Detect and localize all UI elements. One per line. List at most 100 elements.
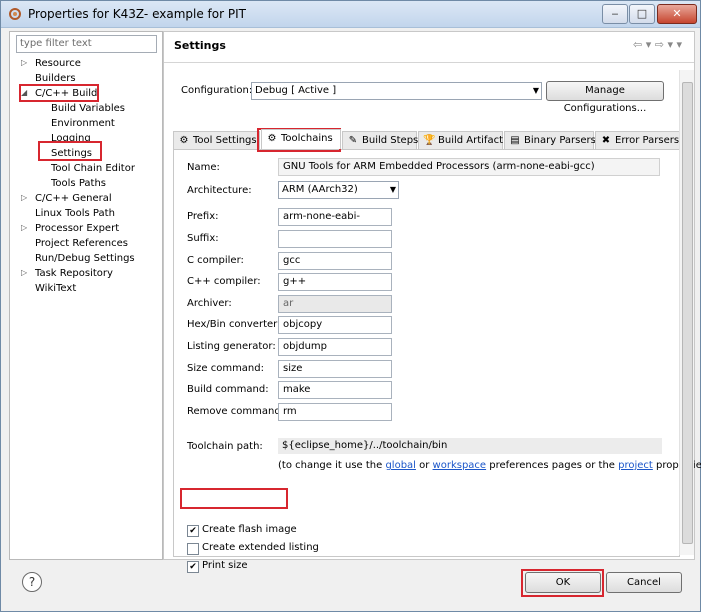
checkbox-create-flash-image[interactable]: ✔ <box>187 525 199 537</box>
architecture-label: Architecture: <box>187 185 252 196</box>
cpp-compiler-field[interactable]: g++ <box>278 273 392 291</box>
workspace-link[interactable]: workspace <box>433 460 487 471</box>
settings-tabs: ⚙ Tool Settings ⚙ Toolchains ✎ Build Steps 🏆 Bu… <box>173 129 681 149</box>
checkbox-print-size[interactable]: ✔ <box>187 561 199 573</box>
minimize-button[interactable]: ‒ <box>602 4 628 24</box>
configuration-select[interactable]: Debug [ Active ] ▼ <box>251 82 542 100</box>
tab-error-parsers[interactable]: ✖ Error Parsers <box>595 131 681 149</box>
properties-dialog: Properties for K43Z- example for PIT ‒ □… <box>0 0 701 612</box>
hexbin-label: Hex/Bin converter: <box>187 319 281 330</box>
properties-icon <box>9 8 21 20</box>
listing-field[interactable]: objdump <box>278 338 392 356</box>
note-text: or <box>415 460 433 471</box>
tab-build-steps[interactable]: ✎ Build Steps <box>342 131 419 149</box>
property-pages-tree: type filter text ▷ Resource Builders ◢ C/C++… <box>9 31 163 560</box>
maximize-button[interactable]: □ <box>629 4 655 24</box>
binary-parsers-icon: ▤ <box>510 135 520 146</box>
c-compiler-field[interactable]: gcc <box>278 252 392 270</box>
tree-item-environment[interactable]: Environment <box>51 116 115 131</box>
suffix-label: Suffix: <box>187 233 219 244</box>
tree-item-wikitext[interactable]: WikiText <box>35 281 76 296</box>
tab-build-artifact[interactable]: 🏆 Build Artifact <box>418 131 503 149</box>
title-bar: Properties for K43Z- example for PIT ‒ □… <box>1 1 700 28</box>
cpp-compiler-label: C++ compiler: <box>187 276 261 287</box>
tree-expander-icon[interactable]: ▷ <box>21 223 27 232</box>
hexbin-field[interactable]: objcopy <box>278 316 392 334</box>
prefix-label: Prefix: <box>187 211 219 222</box>
tree-item-task-repository[interactable]: Task Repository <box>35 266 113 281</box>
build-label: Build command: <box>187 384 269 395</box>
listing-label: Listing generator: <box>187 341 276 352</box>
configuration-label: Configuration: <box>181 85 253 96</box>
tab-label: Error Parsers <box>615 135 680 146</box>
name-field: GNU Tools for ARM Embedded Processors (a… <box>278 158 660 176</box>
settings-page: Settings ⇦ ▾ ⇨ ▾ ▾ Configuration: Debug … <box>163 31 701 573</box>
note-text: preferences pages or the <box>486 460 619 471</box>
highlight-create-flash-image <box>180 488 288 509</box>
tab-binary-parsers[interactable]: ▤ Binary Parsers <box>504 131 596 149</box>
tab-tool-settings[interactable]: ⚙ Tool Settings <box>173 131 260 149</box>
tree-expander-icon[interactable]: ▷ <box>21 193 27 202</box>
highlight-cc-build <box>19 84 99 102</box>
archiver-field: ar <box>278 295 392 313</box>
toolchain-path-label: Toolchain path: <box>187 441 263 452</box>
tab-toolchains[interactable]: ⚙ Toolchains <box>261 129 341 149</box>
note-text: (to change it use the <box>278 460 386 471</box>
checkbox-create-extended-listing[interactable] <box>187 543 199 555</box>
tree-item-processor-expert[interactable]: Processor Expert <box>35 221 119 236</box>
c-compiler-label: C compiler: <box>187 255 244 266</box>
checkbox-label[interactable]: Create extended listing <box>202 542 319 553</box>
architecture-value: ARM (AArch32) <box>282 184 358 195</box>
window-title: Properties for K43Z- example for PIT <box>28 7 246 21</box>
error-parsers-icon: ✖ <box>601 135 611 146</box>
tree-item-run-debug-settings[interactable]: Run/Debug Settings <box>35 251 135 266</box>
tree-item-resource[interactable]: Resource <box>35 56 81 71</box>
size-label: Size command: <box>187 363 264 374</box>
toolchain-path-field: ${eclipse_home}/../toolchain/bin <box>278 438 662 454</box>
highlight-settings <box>38 141 102 161</box>
archiver-label: Archiver: <box>187 298 232 309</box>
chevron-down-icon: ▼ <box>389 185 396 194</box>
close-button[interactable]: ✕ <box>657 4 697 24</box>
name-label: Name: <box>187 162 220 173</box>
remove-label: Remove command: <box>187 406 285 417</box>
project-link[interactable]: project <box>618 460 653 471</box>
global-link[interactable]: global <box>385 460 416 471</box>
scrollbar-thumb[interactable] <box>682 82 693 544</box>
tree-expander-icon[interactable]: ▷ <box>21 58 27 67</box>
manage-configurations-button[interactable]: Manage Configurations... <box>546 81 664 114</box>
build-field[interactable]: make <box>278 381 392 399</box>
help-icon[interactable]: ? <box>22 572 42 592</box>
tree-expander-icon[interactable]: ▷ <box>21 268 27 277</box>
title-separator <box>164 62 694 63</box>
remove-field[interactable]: rm <box>278 403 392 421</box>
tab-label: Toolchains <box>281 133 333 144</box>
build-steps-icon: ✎ <box>348 135 358 146</box>
build-artifact-icon: 🏆 <box>423 135 436 146</box>
tree-item-tools-paths[interactable]: Tools Paths <box>51 176 106 191</box>
vertical-scrollbar[interactable] <box>679 70 694 555</box>
tree-item-c-c-general[interactable]: C/C++ General <box>35 191 112 206</box>
tab-label: Build Artifact <box>438 135 503 146</box>
cancel-button[interactable]: Cancel <box>606 572 682 593</box>
tree-item-build-variables[interactable]: Build Variables <box>51 101 125 116</box>
configuration-value: Debug [ Active ] <box>255 85 337 96</box>
toolchains-icon: ⚙ <box>267 133 277 144</box>
suffix-field[interactable] <box>278 230 392 248</box>
architecture-select[interactable]: ARM (AArch32) ▼ <box>278 181 399 199</box>
highlight-ok-button <box>521 569 604 597</box>
tab-label: Build Steps <box>362 135 419 146</box>
tool-settings-icon: ⚙ <box>179 135 189 146</box>
tree-item-tool-chain-editor[interactable]: Tool Chain Editor <box>51 161 135 176</box>
checkbox-label[interactable]: Create flash image <box>202 524 297 535</box>
prefix-field[interactable]: arm-none-eabi- <box>278 208 392 226</box>
checkbox-label[interactable]: Print size <box>202 560 248 571</box>
history-nav-icons[interactable]: ⇦ ▾ ⇨ ▾ ▾ <box>633 38 682 51</box>
filter-input[interactable]: type filter text <box>16 35 157 53</box>
tab-label: Tool Settings <box>193 135 257 146</box>
tab-label: Binary Parsers <box>524 135 596 146</box>
size-field[interactable]: size <box>278 360 392 378</box>
tree-item-linux-tools-path[interactable]: Linux Tools Path <box>35 206 115 221</box>
tree-item-project-references[interactable]: Project References <box>35 236 128 251</box>
chevron-down-icon: ▼ <box>532 86 539 95</box>
